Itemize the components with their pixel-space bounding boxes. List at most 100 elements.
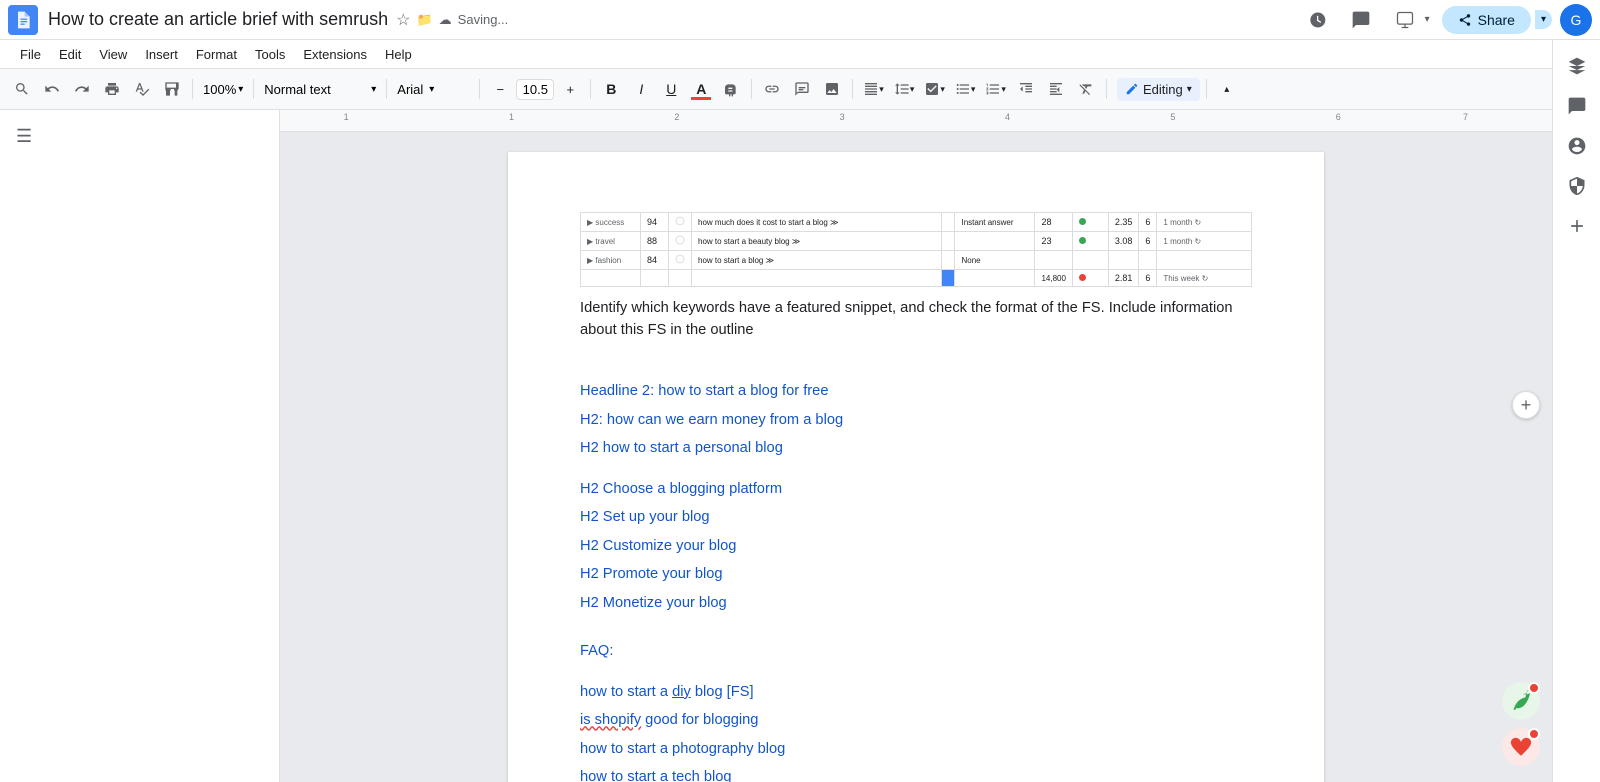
main-content[interactable]: ▶ success 94 how much does it cost to st…: [280, 132, 1552, 782]
h2-setup: H2 Set up your blog: [580, 507, 1252, 528]
heart-badge[interactable]: [1502, 728, 1540, 766]
chat-sidebar-icon[interactable]: [1559, 128, 1595, 164]
separator-8: [1106, 79, 1107, 99]
zoom-selector[interactable]: 100% ▾: [199, 80, 247, 99]
shopify-underline: is shopify: [580, 712, 641, 728]
comment-sidebar-icon[interactable]: [1559, 88, 1595, 124]
link-button[interactable]: [758, 75, 786, 103]
separator-3: [386, 79, 387, 99]
bullets-button[interactable]: ▾: [951, 75, 980, 103]
line-height-button[interactable]: ▾: [890, 75, 919, 103]
table-row: ▶ travel 88 how to start a beauty blog ≫…: [581, 232, 1252, 251]
separator-7: [852, 79, 853, 99]
separator-2: [253, 79, 254, 99]
separator-9: [1206, 79, 1207, 99]
text-style-selector[interactable]: Normal text ▾: [260, 80, 380, 99]
outline-icon[interactable]: ☰: [16, 126, 32, 147]
font-chevron: ▾: [429, 84, 434, 95]
font-label: Arial: [397, 82, 423, 97]
headline2-free: Headline 2: how to start a blog for free: [580, 381, 1252, 402]
separator-6: [751, 79, 752, 99]
title-bar: How to create an article brief with semr…: [0, 0, 1600, 40]
align-button[interactable]: ▾: [859, 75, 888, 103]
cloud-save-icon[interactable]: ☁: [439, 12, 452, 28]
indent-decrease-button[interactable]: [1012, 75, 1040, 103]
menu-format[interactable]: Format: [188, 43, 245, 66]
menu-insert[interactable]: Insert: [137, 43, 186, 66]
document-title[interactable]: How to create an article brief with semr…: [48, 9, 388, 30]
separator-4: [479, 79, 480, 99]
h2-platform: H2 Choose a blogging platform: [580, 479, 1252, 500]
faq-item-2: how to start a photography blog: [580, 739, 1252, 760]
zoom-chevron: ▾: [238, 84, 243, 95]
collapse-toolbar-button[interactable]: ▴: [1213, 75, 1241, 103]
undo-button[interactable]: [38, 75, 66, 103]
faq-label: FAQ:: [580, 641, 1252, 662]
insert-image-button[interactable]: [818, 75, 846, 103]
history-button[interactable]: [1301, 4, 1333, 36]
star-icon[interactable]: ☆: [396, 10, 410, 30]
share-label: Share: [1478, 12, 1515, 28]
search-button[interactable]: [8, 75, 36, 103]
user-avatar[interactable]: G: [1560, 4, 1592, 36]
clear-formatting-button[interactable]: [1072, 75, 1100, 103]
faq-item-1: is shopify good for blogging: [580, 710, 1252, 731]
right-sidebar: [1552, 40, 1600, 782]
highlight-button[interactable]: [717, 75, 745, 103]
expand-sidebar-icon[interactable]: [1559, 208, 1595, 244]
redo-button[interactable]: [68, 75, 96, 103]
menu-view[interactable]: View: [91, 43, 135, 66]
gemini-icon[interactable]: [1559, 48, 1595, 84]
diy-underline: diy: [672, 684, 691, 700]
comment-button[interactable]: [1345, 4, 1377, 36]
indent-increase-button[interactable]: [1042, 75, 1070, 103]
folder-icon[interactable]: 📁: [416, 12, 432, 28]
keywords-table: ▶ success 94 how much does it cost to st…: [580, 212, 1252, 287]
share-button[interactable]: Share: [1442, 6, 1531, 34]
menu-tools[interactable]: Tools: [247, 43, 293, 66]
settings-sidebar-icon[interactable]: [1559, 168, 1595, 204]
spacer-2: [580, 463, 1252, 471]
bottom-right-icons: [1502, 682, 1540, 766]
app-logo[interactable]: [8, 5, 38, 35]
menu-edit[interactable]: Edit: [51, 43, 89, 66]
font-selector[interactable]: Arial ▾: [393, 80, 473, 99]
paint-format-button[interactable]: [158, 75, 186, 103]
font-size-decrease[interactable]: −: [486, 75, 514, 103]
menu-help[interactable]: Help: [377, 43, 420, 66]
table-row: ▶ fashion 84 how to start a blog ≫ None: [581, 251, 1252, 270]
italic-button[interactable]: I: [627, 75, 655, 103]
add-content-button[interactable]: +: [1512, 391, 1540, 419]
menu-file[interactable]: File: [12, 43, 49, 66]
add-comment-button[interactable]: [788, 75, 816, 103]
h2-customize: H2 Customize your blog: [580, 536, 1252, 557]
print-button[interactable]: [98, 75, 126, 103]
snippet-paragraph: Identify which keywords have a featured …: [580, 297, 1252, 341]
top-right-actions: ▾ Share ▾ G: [1301, 4, 1592, 36]
faq-item-0: how to start a diy blog [FS]: [580, 682, 1252, 703]
spellcheck-button[interactable]: [128, 75, 156, 103]
bold-button[interactable]: B: [597, 75, 625, 103]
editing-mode-selector[interactable]: Editing ▾: [1117, 78, 1200, 101]
font-size-group: − +: [486, 75, 584, 103]
checklist-button[interactable]: ▾: [920, 75, 949, 103]
share-chevron[interactable]: ▾: [1535, 10, 1552, 29]
leaf-badge-dot: [1528, 682, 1540, 694]
present-chevron[interactable]: ▾: [1425, 14, 1430, 25]
present-button[interactable]: [1389, 4, 1421, 36]
menu-extensions[interactable]: Extensions: [295, 43, 375, 66]
text-color-button[interactable]: A: [687, 75, 715, 103]
leaf-badge[interactable]: [1502, 682, 1540, 720]
font-size-increase[interactable]: +: [556, 75, 584, 103]
underline-button[interactable]: U: [657, 75, 685, 103]
style-chevron: ▾: [371, 84, 376, 95]
toolbar: 100% ▾ Normal text ▾ Arial ▾ − + B I U A: [0, 68, 1600, 110]
title-icons: ☆ 📁 ☁: [396, 10, 452, 30]
h2-personal: H2 how to start a personal blog: [580, 438, 1252, 459]
numbered-list-button[interactable]: ▾: [981, 75, 1010, 103]
h2-monetize: H2 Monetize your blog: [580, 593, 1252, 614]
menu-bar: File Edit View Insert Format Tools Exten…: [0, 40, 1600, 68]
font-size-input[interactable]: [516, 79, 554, 100]
editing-mode-chevron: ▾: [1187, 84, 1192, 95]
spacer-3: [580, 617, 1252, 633]
